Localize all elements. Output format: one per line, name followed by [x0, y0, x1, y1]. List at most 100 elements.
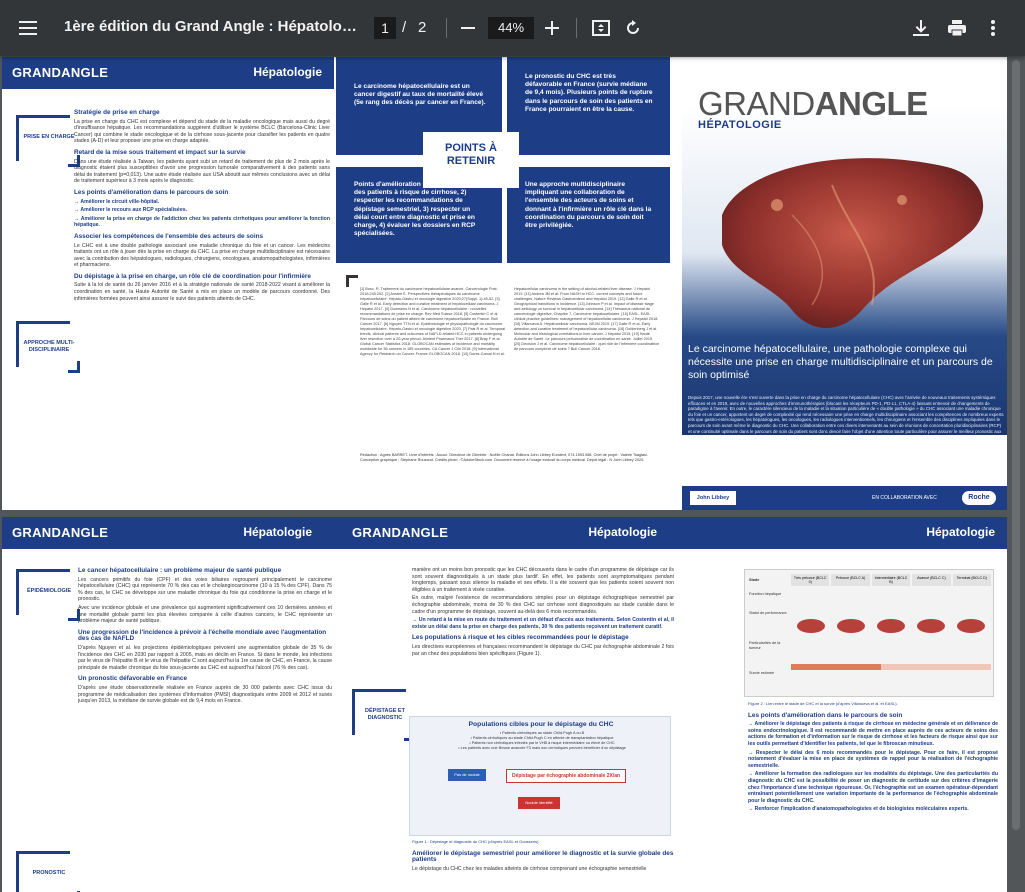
article-heading: Du dépistage à la prise en charge, un rô… — [74, 272, 311, 280]
article-heading: Retard de la mise sous traitement et imp… — [74, 148, 246, 156]
article-bullet: → Améliorer le circuit ville-hôpital. — [74, 198, 160, 205]
article-bullet: → Améliorer le recours aux RCP spécialis… — [74, 207, 188, 214]
cover-page: GRANDANGLE HÉPATOLOGIE Le carcinome hépa… — [682, 57, 1007, 510]
article-paragraph: Les directives européennes et françaises… — [412, 643, 674, 657]
cover-brand: GRANDANGLE — [698, 85, 928, 122]
section-tag-label: ÉPIDÉMIOLOGIE — [26, 588, 71, 594]
pdf-viewer-toolbar: 1ère édition du Grand Angle : Hépatologi… — [0, 0, 1025, 56]
fit-page-button[interactable] — [583, 10, 619, 46]
document-title: 1ère édition du Grand Angle : Hépatologi… — [64, 18, 360, 35]
article-heading: Stratégie de prise en charge — [74, 109, 160, 116]
publisher-logo: John Libbey EUROTEXT — [690, 491, 736, 510]
fit-to-page-icon — [592, 20, 610, 36]
rotate-button[interactable] — [615, 10, 651, 46]
plus-icon — [545, 21, 559, 35]
zoom-out-button[interactable] — [450, 10, 486, 46]
section-tag-pronostic: PRONOSTIC — [16, 851, 80, 892]
download-button[interactable] — [903, 10, 939, 46]
figure-tag-nodule: Nodule identifié — [518, 797, 560, 809]
article-heading: Les points d'amélioration dans le parcou… — [748, 711, 903, 719]
article-bullet: → Améliorer la formation des radiologues… — [748, 771, 998, 804]
key-point-2: Le pronostic du CHC est très défavorable… — [507, 57, 670, 155]
article-heading: Un pronostic défavorable en France — [78, 675, 188, 683]
figure-title: Populations cibles pour le dépistage du … — [468, 721, 614, 728]
partner-logo: Roche — [962, 491, 996, 505]
toolbar-divider — [446, 18, 447, 38]
page-number-input[interactable]: 1 — [374, 17, 396, 39]
header-brand: GRANDANGLE — [12, 65, 109, 80]
key-point-text: Le carcinome hépatocellulaire est un can… — [354, 83, 486, 107]
section-tag-epidemiologie: ÉPIDÉMIOLOGIE — [16, 569, 80, 621]
article-paragraph: Le dépistage du CHC chez les malades att… — [412, 865, 647, 872]
article-paragraph: Le CHC est à une double pathologie assoc… — [74, 242, 330, 269]
article-left: Stratégie de prise en charge La prise en… — [74, 105, 330, 304]
article-heading: Améliorer le dépistage semestriel pour a… — [412, 849, 674, 864]
liver-illustration — [682, 105, 1007, 435]
references-list: [1] Bosc. R. Traitement du carcinome hép… — [360, 287, 660, 356]
pdf-page-1: GRANDANGLE Hépatologie PRISE EN CHARGE A… — [2, 57, 1007, 510]
editorial-credits: Rédaction : Agnès BARRET. Livre d'intérê… — [360, 453, 648, 462]
article-col3: Figure 2 : Lien entre le stade de CHC et… — [748, 701, 998, 815]
article-col1: Le cancer hépatocellulaire : un problème… — [78, 563, 332, 707]
article-paragraph: Dans une étude réalisée à Taiwan, les pa… — [74, 158, 330, 185]
collab-label: EN COLLABORATION AVEC — [872, 495, 937, 501]
page-header: GRANDANGLE Hépatologie — [2, 57, 334, 89]
article-paragraph: D'après Nguyen et al. les projections ép… — [78, 644, 332, 671]
download-icon — [913, 20, 929, 36]
figure-tag-no-nodule: Pas de nodule — [448, 769, 486, 781]
bclc-row-labels: Stade Fonction hépatique Statut de perfo… — [749, 578, 787, 675]
more-actions-button[interactable] — [975, 10, 1011, 46]
header-brand: GRANDANGLE — [352, 525, 449, 540]
page-header: GRANDANGLE GRANDANGLE Hépatologie Hépato… — [2, 517, 1007, 549]
zoom-level-input[interactable]: 44% — [488, 17, 534, 39]
article-col2-bottom: Figure 1 : Dépistage et diagnostic du CH… — [412, 839, 674, 874]
bclc-stage-headers: Très précoce (BCLC 0) Précoce (BCLC A) I… — [791, 574, 992, 586]
cover-subtitle: Le carcinome hépatocellulaire, une patho… — [688, 343, 993, 381]
cover-section: HÉPATOLOGIE — [698, 119, 782, 131]
article-bullet: → Respecter le délai des 6 mois recomman… — [748, 749, 998, 769]
section-tag-approche: APPROCHE MULTI-DISCIPLINAIRE — [16, 321, 80, 373]
article-paragraph: D'après une étude observationnelle réali… — [78, 684, 332, 705]
menu-button[interactable] — [10, 10, 46, 46]
article-bullet: → Un retard à la mise en route du traite… — [412, 617, 674, 630]
points-a-retenir-title: POINTS À RETENIR — [423, 132, 519, 188]
header-brand: GRANDANGLE — [12, 525, 109, 540]
figure-center-label: Dépistage par échographie abdominale 2X/… — [506, 769, 626, 783]
article-bullet: → Améliorer la prise en charge de l'addi… — [74, 215, 330, 229]
section-tag-depistage: DÉPISTAGE ET DIAGNOSTIC — [352, 689, 416, 741]
minus-icon — [461, 27, 475, 29]
article-paragraph: Suite à la loi de santé du 26 janvier 20… — [74, 282, 330, 302]
article-paragraph: Avec une incidence globale et une préval… — [78, 604, 332, 625]
page-total: 2 — [418, 19, 427, 36]
zoom-in-button[interactable] — [534, 10, 570, 46]
article-bullet: → Renforcer l'implication d'anatomopatho… — [748, 806, 969, 813]
figure-criteria: • Patients cirrhotiques au stade Child-P… — [458, 731, 626, 750]
scrollbar-thumb[interactable] — [1012, 60, 1020, 830]
header-section: Hépatologie — [253, 65, 322, 79]
header-section: Hépatologie — [588, 525, 657, 539]
liver-icon — [722, 158, 984, 329]
article-paragraph: manière ont un moins bon pronostic que l… — [412, 567, 674, 593]
page-separator: / — [402, 19, 407, 36]
article-paragraph: Les cancers primitifs du foie (CPF) et d… — [78, 576, 332, 603]
figure-1-diagram: Populations cibles pour le dépistage du … — [409, 716, 671, 836]
article-col2: manière ont un moins bon pronostic que l… — [412, 567, 674, 659]
section-tag-label: PRONOSTIC — [32, 870, 66, 876]
pdf-page-2: GRANDANGLE GRANDANGLE Hépatologie Hépato… — [2, 517, 1007, 892]
printer-icon — [948, 20, 966, 37]
article-heading: Le cancer hépatocellulaire : un problème… — [78, 567, 282, 574]
article-heading: Les points d'amélioration dans le parcou… — [74, 188, 229, 196]
header-section: Hépatologie — [243, 525, 312, 539]
article-heading: Une progression de l'incidence à prévoir… — [78, 628, 327, 643]
article-heading: Associer les compétences de l'ensemble d… — [74, 232, 264, 240]
article-bullet: → Améliorer le dépistage des patients à … — [748, 721, 998, 747]
toolbar-divider — [576, 18, 577, 38]
print-button[interactable] — [939, 10, 975, 46]
key-point-text: Le pronostic du CHC est très défavorable… — [525, 73, 653, 113]
bclc-liver-grid — [791, 619, 991, 670]
article-paragraph: En outre, malgré l'existence de recomman… — [412, 595, 674, 615]
figure-2-bclc-table: Stade Fonction hépatique Statut de perfo… — [744, 569, 994, 697]
corner-mark — [346, 275, 358, 287]
section-tag-label: APPROCHE MULTI-DISCIPLINAIRE — [23, 340, 75, 353]
cover-footer: John Libbey EUROTEXT EN COLLABORATION AV… — [682, 486, 1007, 510]
